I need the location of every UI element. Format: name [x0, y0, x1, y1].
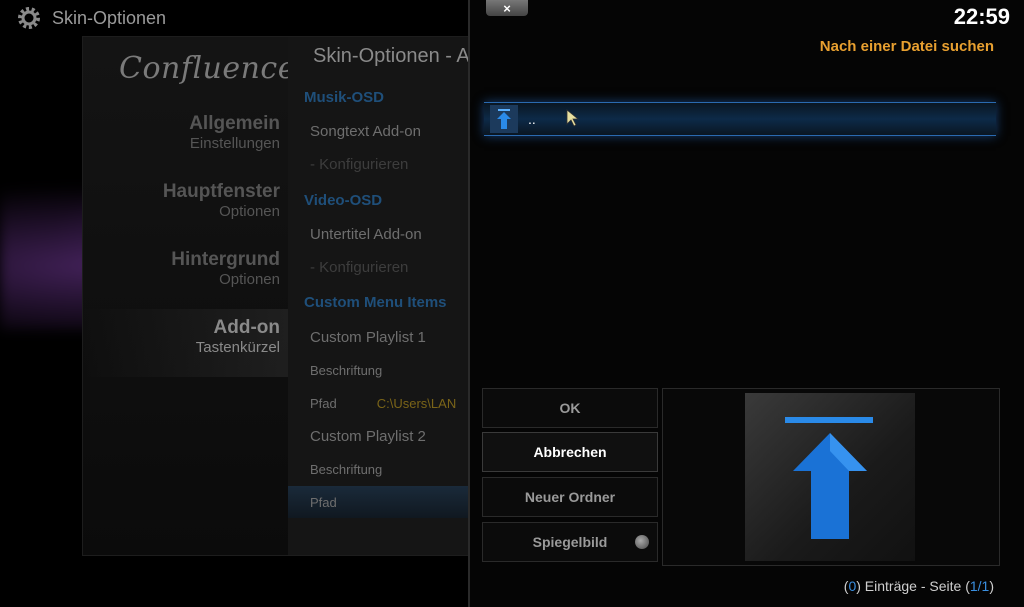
menu-item-hauptfenster[interactable]: Hauptfenster Optionen — [83, 173, 288, 241]
new-folder-button[interactable]: Neuer Ordner — [482, 477, 658, 517]
option-songtext-configure[interactable]: - Konfigurieren — [288, 148, 483, 180]
option-label: Pfad — [310, 395, 337, 411]
preview-thumbnail — [745, 393, 915, 561]
menu-item-title: Hintergrund — [171, 249, 280, 270]
option-playlist-2-label[interactable]: Beschriftung — [288, 453, 483, 485]
page-indicator: 1/1 — [969, 578, 990, 594]
option-playlist-2-path[interactable]: Pfad — [288, 486, 483, 518]
options-list: Skin-Optionen - A Musik-OSD Songtext Add… — [288, 37, 483, 555]
clock: 22:59 — [953, 4, 1010, 29]
footer-mid: ) Einträge - Seite ( — [856, 578, 970, 594]
skin-options-panel: Confluence Allgemein Einstellungen Haupt… — [82, 36, 484, 556]
section-custom-menu-items: Custom Menu Items — [304, 293, 447, 311]
preview-panel — [662, 388, 1000, 566]
menu-item-subtitle: Optionen — [219, 271, 280, 288]
gear-icon — [18, 7, 40, 29]
close-button[interactable]: × — [486, 0, 528, 16]
mirror-label: Spiegelbild — [532, 534, 608, 550]
menu-item-title: Add-on — [213, 317, 280, 338]
window-title: Skin-Optionen — [52, 7, 167, 28]
option-custom-playlist-1[interactable]: Custom Playlist 1 — [288, 321, 483, 353]
file-list-item[interactable]: .. — [484, 102, 996, 136]
options-title: Skin-Optionen - A — [313, 45, 470, 67]
category-menu: Allgemein Einstellungen Hauptfenster Opt… — [83, 105, 288, 377]
cancel-button[interactable]: Abbrechen — [482, 432, 658, 472]
menu-item-title: Hauptfenster — [162, 181, 280, 202]
menu-item-subtitle: Einstellungen — [189, 135, 280, 152]
menu-item-allgemein[interactable]: Allgemein Einstellungen — [83, 105, 288, 173]
radio-indicator-icon — [635, 535, 649, 549]
file-name: .. — [528, 111, 536, 127]
menu-item-subtitle: Optionen — [219, 203, 280, 220]
dialog-title: Nach einer Datei suchen — [819, 38, 994, 55]
folder-up-icon — [785, 417, 873, 539]
mouse-cursor-icon — [566, 109, 580, 127]
confluence-logo: Confluence — [119, 51, 296, 86]
folder-up-icon — [490, 105, 518, 133]
ok-button[interactable]: OK — [482, 388, 658, 428]
option-subtitle-configure[interactable]: - Konfigurieren — [288, 251, 483, 283]
menu-item-hintergrund[interactable]: Hintergrund Optionen — [83, 241, 288, 309]
option-playlist-1-path[interactable]: Pfad C:\Users\LAN — [288, 387, 483, 419]
menu-item-add-on[interactable]: Add-on Tastenkürzel — [83, 309, 288, 377]
option-playlist-1-label[interactable]: Beschriftung — [288, 354, 483, 386]
menu-item-title: Allgemein — [189, 113, 280, 134]
option-custom-playlist-2[interactable]: Custom Playlist 2 — [288, 420, 483, 452]
footer-close: ) — [989, 578, 994, 594]
option-subtitle-addon[interactable]: Untertitel Add-on — [288, 218, 483, 250]
option-songtext-addon[interactable]: Songtext Add-on — [288, 115, 483, 147]
option-value: C:\Users\LAN — [376, 395, 457, 411]
section-musik-osd: Musik-OSD — [304, 88, 385, 106]
file-browser-dialog: × 22:59 Nach einer Datei suchen .. OK Ab… — [468, 0, 1024, 607]
mirror-toggle[interactable]: Spiegelbild — [482, 522, 658, 562]
section-video-osd: Video-OSD — [304, 191, 383, 209]
item-count-footer: (0) Einträge - Seite (1/1) — [844, 578, 994, 594]
window-header: Skin-Optionen — [16, 4, 166, 32]
menu-item-subtitle: Tastenkürzel — [195, 339, 280, 356]
